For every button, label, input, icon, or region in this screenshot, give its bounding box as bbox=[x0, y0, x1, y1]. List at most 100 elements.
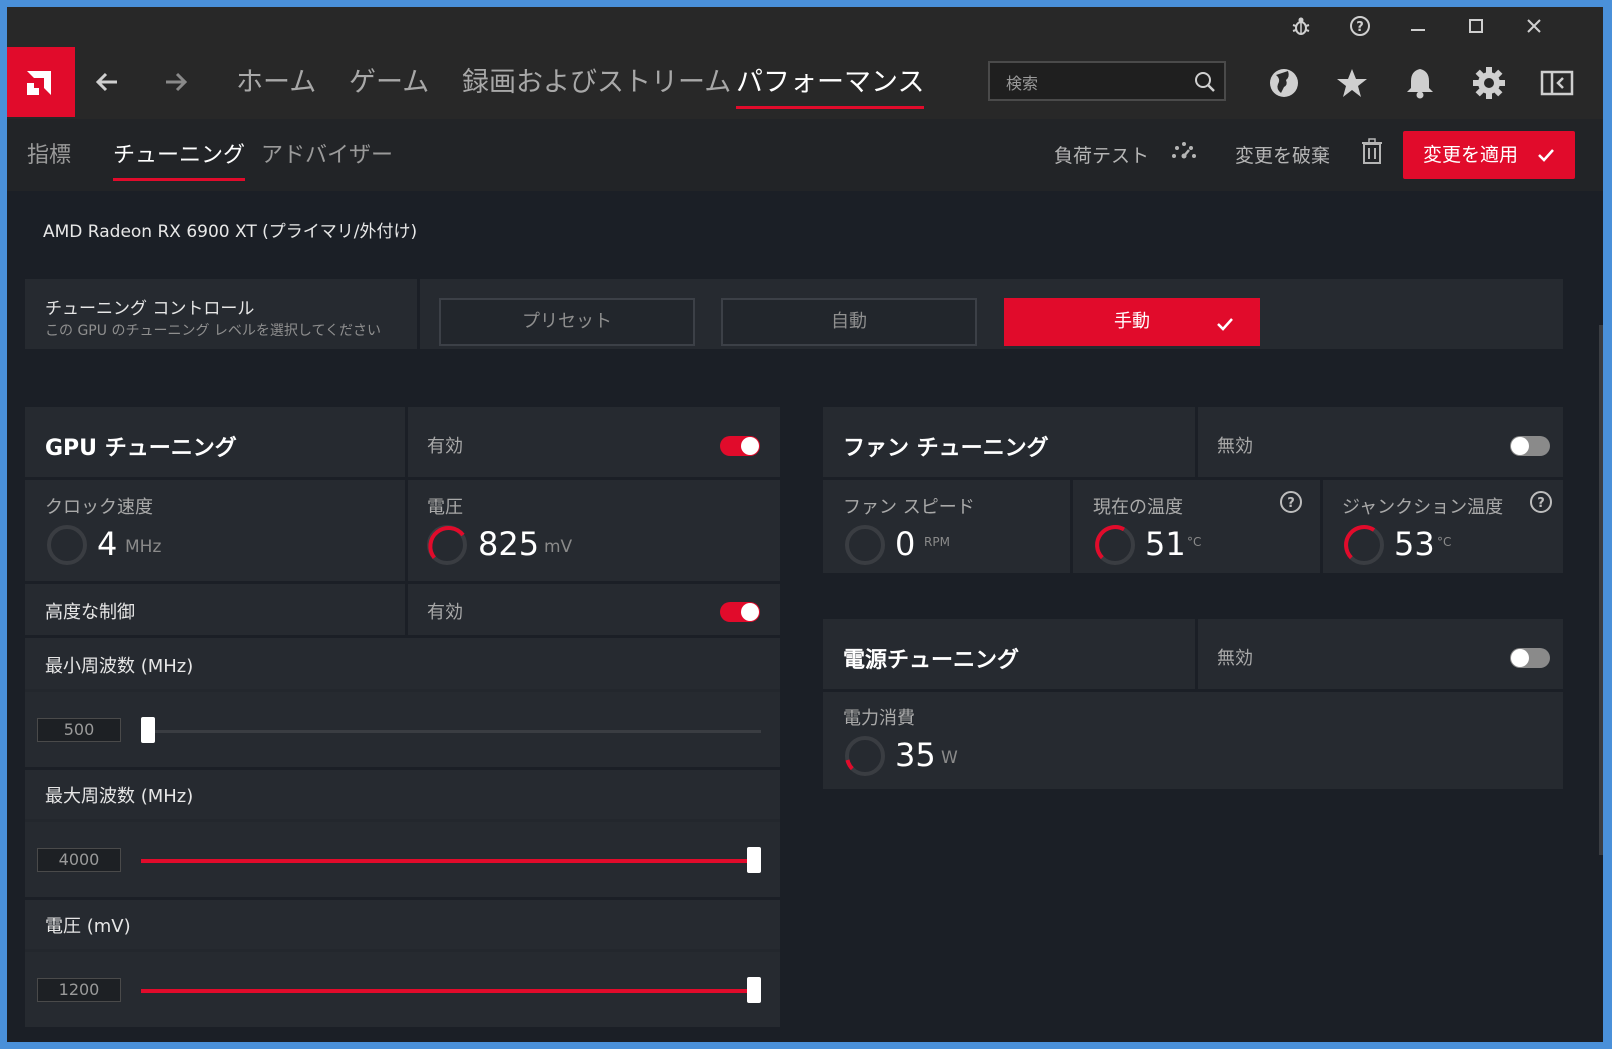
svg-text:?: ? bbox=[1356, 20, 1364, 35]
back-arrow-icon[interactable] bbox=[90, 65, 124, 99]
advanced-control-toggle[interactable] bbox=[720, 602, 760, 622]
max-frequency-input[interactable]: 4000 bbox=[37, 848, 121, 872]
voltage-input[interactable]: 1200 bbox=[37, 978, 121, 1002]
amd-logo-icon[interactable] bbox=[7, 47, 75, 117]
current-temp-label: 現在の温度 bbox=[1093, 497, 1183, 518]
voltage-label: 電圧 bbox=[427, 497, 463, 518]
gpu-tuning-title: GPU チューニング bbox=[45, 436, 237, 461]
divider bbox=[25, 897, 780, 900]
help-icon[interactable]: ? bbox=[1529, 490, 1553, 514]
discard-changes-button[interactable]: 変更を破棄 bbox=[1235, 138, 1382, 168]
title-bar: ? bbox=[7, 7, 1603, 47]
junction-temp-unit: °C bbox=[1437, 535, 1452, 549]
min-frequency-input[interactable]: 500 bbox=[37, 718, 121, 742]
divider bbox=[25, 635, 780, 638]
current-temp-value: 51 bbox=[1145, 525, 1186, 563]
clock-speed-value: 4 bbox=[97, 525, 118, 563]
power-consumption-value: 35 bbox=[895, 736, 936, 774]
clock-gauge bbox=[47, 525, 87, 565]
star-icon[interactable] bbox=[1334, 65, 1370, 101]
search-box[interactable] bbox=[988, 61, 1226, 101]
globe-icon[interactable] bbox=[1266, 65, 1302, 101]
main-navigation: ホーム ゲーム 録画およびストリーム パフォーマンス bbox=[7, 47, 1603, 119]
divider bbox=[405, 581, 408, 636]
sub-navigation: 指標 チューニング アドバイザー 負荷テスト 変更を破棄 変更を適用 bbox=[7, 119, 1603, 191]
subtab-tuning[interactable]: チューニング bbox=[113, 137, 246, 181]
advanced-control-status: 有効 bbox=[427, 602, 463, 623]
bug-icon[interactable] bbox=[1288, 15, 1314, 41]
divider bbox=[25, 949, 780, 952]
divider bbox=[1195, 619, 1198, 689]
nav-tab-games[interactable]: ゲーム bbox=[349, 61, 429, 105]
junction-temp-label: ジャンクション温度 bbox=[1342, 497, 1504, 518]
apply-label: 変更を適用 bbox=[1423, 144, 1519, 166]
gear-icon[interactable] bbox=[1471, 65, 1507, 101]
toggle-knob bbox=[741, 437, 759, 455]
preset-button[interactable]: プリセット bbox=[439, 298, 695, 346]
power-tuning-title: 電源チューニング bbox=[843, 648, 1020, 673]
advanced-control-label: 高度な制御 bbox=[45, 602, 135, 623]
sidebar-toggle-icon[interactable] bbox=[1539, 65, 1575, 101]
forward-arrow-icon[interactable] bbox=[159, 65, 193, 99]
max-frequency-label: 最大周波数 (MHz) bbox=[45, 786, 194, 807]
divider bbox=[25, 477, 780, 480]
help-icon[interactable]: ? bbox=[1347, 15, 1373, 41]
checkmark-icon bbox=[1217, 318, 1233, 331]
fan-tuning-toggle[interactable] bbox=[1510, 436, 1550, 456]
current-temp-gauge bbox=[1095, 525, 1135, 565]
fan-tuning-title: ファン チューニング bbox=[843, 436, 1049, 461]
stress-test-button[interactable]: 負荷テスト bbox=[1054, 141, 1196, 168]
subtab-advisor[interactable]: アドバイザー bbox=[261, 137, 393, 169]
fan-speed-label: ファン スピード bbox=[843, 497, 975, 518]
divider bbox=[25, 767, 780, 770]
gauge-meter-icon bbox=[1172, 142, 1196, 159]
power-consumption-label: 電力消費 bbox=[843, 708, 915, 729]
current-temp-unit: °C bbox=[1187, 535, 1202, 549]
toggle-knob bbox=[741, 603, 759, 621]
search-input[interactable] bbox=[1004, 71, 1188, 95]
bell-icon[interactable] bbox=[1402, 65, 1438, 101]
svg-text:?: ? bbox=[1537, 496, 1545, 511]
minimize-icon[interactable] bbox=[1405, 15, 1431, 41]
min-frequency-slider[interactable] bbox=[141, 730, 761, 733]
fan-speed-unit: RPM bbox=[924, 535, 950, 549]
voltage-fill bbox=[141, 989, 761, 993]
toggle-knob bbox=[1511, 437, 1529, 455]
voltage-unit: mV bbox=[544, 537, 573, 557]
min-frequency-label: 最小周波数 (MHz) bbox=[45, 656, 194, 677]
voltage-value: 825 bbox=[478, 525, 540, 563]
divider bbox=[1320, 477, 1323, 573]
active-tab-underline bbox=[736, 106, 925, 109]
nav-tab-performance[interactable]: パフォーマンス bbox=[736, 61, 925, 109]
close-icon[interactable] bbox=[1521, 15, 1547, 41]
tuning-control-title: チューニング コントロール bbox=[45, 299, 255, 319]
power-consumption-unit: W bbox=[941, 748, 958, 768]
trash-icon bbox=[1362, 138, 1382, 164]
clock-speed-label: クロック速度 bbox=[45, 497, 153, 518]
min-frequency-thumb[interactable] bbox=[141, 717, 155, 743]
maximize-icon[interactable] bbox=[1463, 15, 1489, 41]
divider bbox=[1070, 477, 1073, 573]
nav-tab-record-stream[interactable]: 録画およびストリーム bbox=[462, 61, 731, 105]
manual-button[interactable]: 手動 bbox=[1004, 298, 1260, 346]
power-gauge bbox=[845, 736, 885, 776]
help-icon[interactable]: ? bbox=[1279, 490, 1303, 514]
max-frequency-thumb[interactable] bbox=[747, 847, 761, 873]
junction-temp-gauge bbox=[1344, 525, 1384, 565]
power-tuning-status: 無効 bbox=[1217, 648, 1253, 669]
apply-changes-button[interactable]: 変更を適用 bbox=[1403, 131, 1575, 179]
auto-button[interactable]: 自動 bbox=[721, 298, 977, 346]
stress-test-label: 負荷テスト bbox=[1054, 145, 1150, 167]
scrollbar[interactable] bbox=[1599, 325, 1603, 855]
fan-speed-gauge bbox=[845, 525, 885, 565]
subtab-metrics[interactable]: 指標 bbox=[27, 137, 71, 169]
gpu-tuning-toggle[interactable] bbox=[720, 436, 760, 456]
search-icon[interactable] bbox=[1194, 71, 1216, 93]
divider bbox=[823, 477, 1563, 480]
voltage-thumb[interactable] bbox=[747, 977, 761, 1003]
tuning-control-subtitle: この GPU のチューニング レベルを選択してください bbox=[45, 323, 382, 339]
power-tuning-toggle[interactable] bbox=[1510, 648, 1550, 668]
divider bbox=[25, 689, 780, 692]
nav-tab-home[interactable]: ホーム bbox=[236, 61, 316, 105]
clock-speed-unit: MHz bbox=[125, 537, 162, 557]
